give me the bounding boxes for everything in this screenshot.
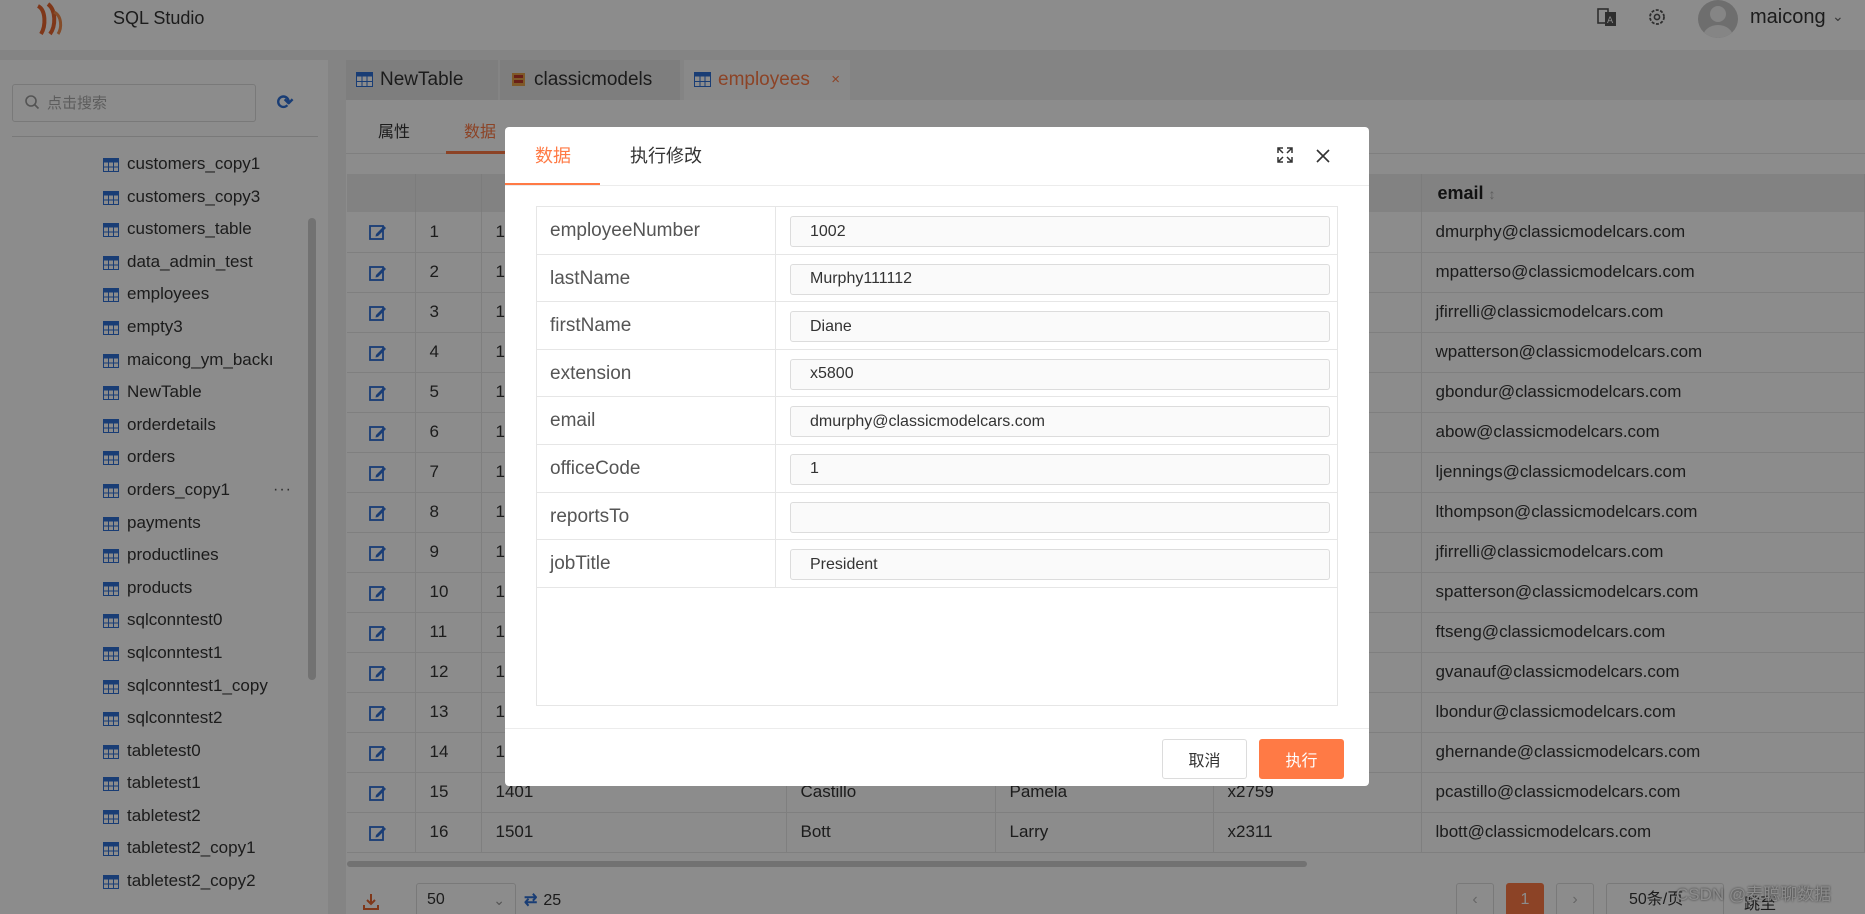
record-form: employeeNumberlastNamefirstNameextension… — [536, 206, 1338, 706]
close-icon[interactable] — [1313, 147, 1333, 167]
field-input[interactable] — [790, 453, 1330, 485]
modal-header-divider — [505, 185, 1369, 186]
modal-footer-divider — [505, 728, 1369, 729]
field-input[interactable] — [790, 263, 1330, 295]
field-label: firstName — [537, 302, 776, 349]
field-label: employeeNumber — [537, 207, 776, 254]
field-label: officeCode — [537, 444, 776, 492]
modal-tab-execute-changes[interactable]: 执行修改 — [630, 127, 702, 185]
form-row: jobTitle — [537, 540, 1337, 588]
form-row: reportsTo — [537, 492, 1337, 541]
form-row: employeeNumber — [537, 207, 1337, 255]
modal-tab-data[interactable]: 数据 — [535, 127, 571, 185]
field-input[interactable] — [790, 216, 1330, 247]
form-row: extension — [537, 349, 1337, 398]
cancel-button[interactable]: 取消 — [1162, 739, 1247, 779]
form-row: officeCode — [537, 444, 1337, 493]
field-input[interactable] — [790, 406, 1330, 438]
execute-button[interactable]: 执行 — [1259, 739, 1344, 779]
field-input[interactable] — [790, 549, 1330, 581]
field-input[interactable] — [790, 311, 1330, 343]
form-row: firstName — [537, 302, 1337, 350]
field-label: jobTitle — [537, 540, 776, 587]
form-row: email — [537, 397, 1337, 445]
field-input[interactable] — [790, 358, 1330, 390]
edit-row-modal: 数据 执行修改 employeeNumberlastNamefirstNamee… — [505, 127, 1369, 786]
form-row: lastName — [537, 254, 1337, 303]
field-label: lastName — [537, 254, 776, 302]
field-label: extension — [537, 349, 776, 397]
expand-icon[interactable] — [1275, 147, 1295, 167]
field-label: reportsTo — [537, 492, 776, 540]
field-input[interactable] — [790, 501, 1330, 533]
field-label: email — [537, 397, 776, 444]
